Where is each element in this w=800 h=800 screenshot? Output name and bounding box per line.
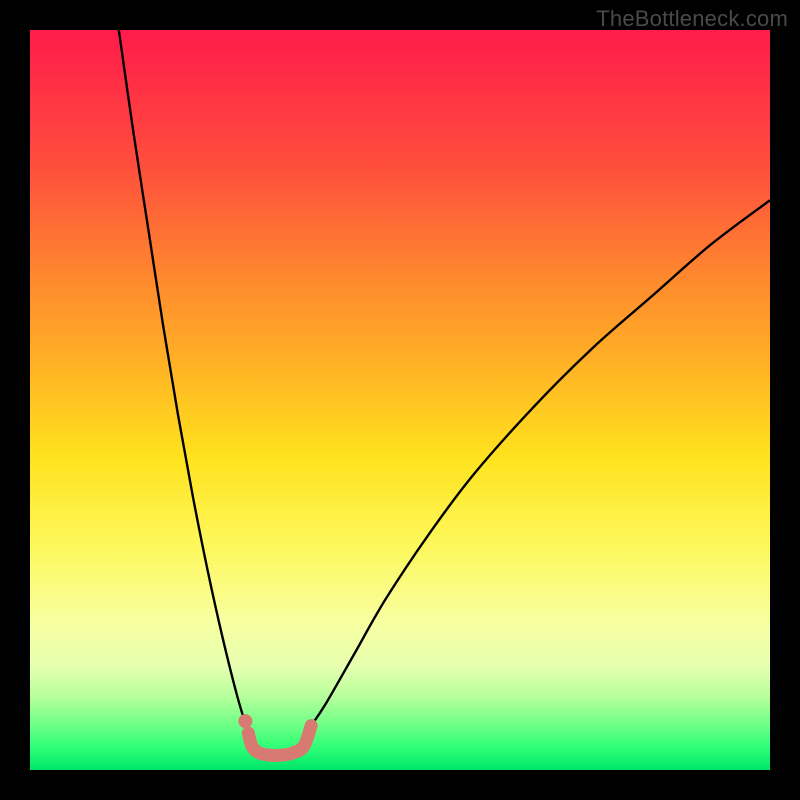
bottleneck-chart xyxy=(30,30,770,770)
valley-dot-left xyxy=(238,714,252,728)
curve-left xyxy=(119,30,249,733)
curve-right xyxy=(311,200,770,725)
valley-highlight-path xyxy=(248,726,311,756)
watermark-label: TheBottleneck.com xyxy=(596,6,788,32)
